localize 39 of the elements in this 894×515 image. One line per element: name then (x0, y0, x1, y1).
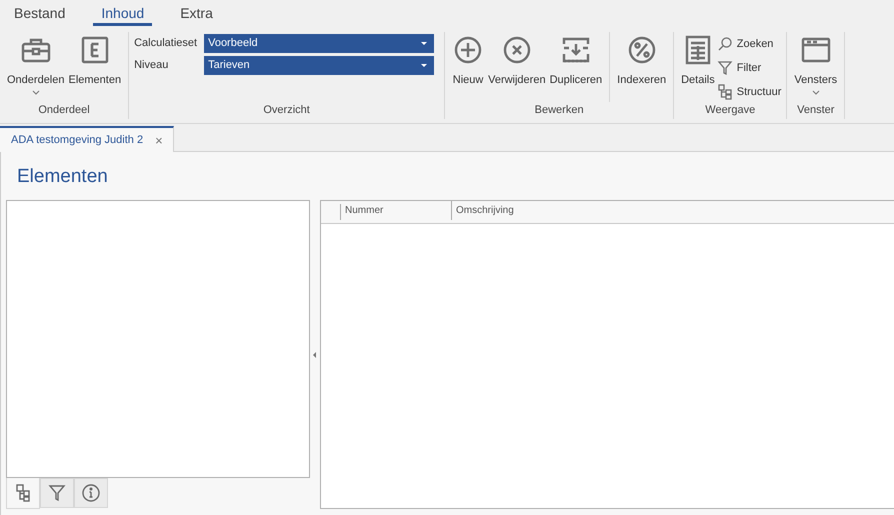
column-header[interactable]: Nummer (341, 201, 452, 220)
ribbon-button[interactable]: Dupliceren (548, 32, 604, 102)
ribbon-button[interactable]: Details (679, 32, 717, 102)
tab-label: ADA testomgeving Judith 2 (11, 134, 144, 146)
filter-icon (47, 483, 67, 503)
caret-icon (32, 90, 40, 95)
panel-tab[interactable] (74, 478, 108, 508)
caret-icon (812, 90, 820, 95)
ribbon-button[interactable]: Nieuw (450, 32, 486, 102)
ribbon-button[interactable]: Structuur (716, 80, 782, 104)
dropdown[interactable]: Voorbeeld (204, 34, 434, 52)
collapse-arrow-icon[interactable] (313, 352, 317, 358)
group-title: Venster (796, 104, 836, 116)
column-header[interactable]: Omschrijving (452, 201, 518, 223)
ribbon-button[interactable]: Vensters (792, 32, 840, 102)
group-title: Onderdeel (37, 104, 91, 116)
field-label: Niveau (134, 59, 170, 71)
menu-tab[interactable]: Extra (172, 2, 221, 26)
ribbon-button[interactable]: Indexeren (615, 32, 668, 102)
ribbon-button[interactable]: Filter (716, 56, 782, 80)
tree-icon (716, 84, 733, 100)
document-tab[interactable]: ADA testomgeving Judith 2 × (0, 126, 174, 152)
menu-tab[interactable]: Bestand (6, 2, 74, 26)
group-title: Bewerken (534, 104, 585, 116)
ribbon-button[interactable]: Elementen (66, 32, 124, 102)
panel-tab[interactable] (40, 478, 74, 508)
ribbon-button[interactable]: Zoeken (716, 32, 782, 56)
ribbon-button[interactable]: Onderdelen (5, 32, 66, 102)
close-icon[interactable]: × (155, 132, 163, 148)
info-icon (81, 483, 101, 503)
group-title: Weergave (704, 104, 756, 116)
panel-tab[interactable] (6, 478, 40, 509)
field-label: Calculatieset (134, 37, 198, 49)
search-icon (716, 36, 733, 52)
ribbon-button[interactable]: Verwijderen (486, 32, 548, 102)
dropdown[interactable]: Tarieven (204, 56, 434, 74)
group-title: Overzicht (262, 104, 311, 116)
page-title: Elementen (16, 165, 109, 189)
filter-icon (716, 60, 733, 76)
